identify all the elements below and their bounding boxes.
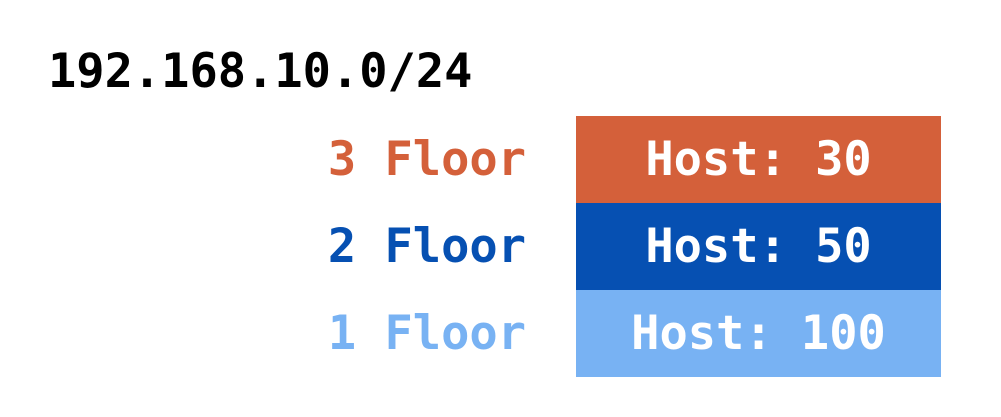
network-cidr-title: 192.168.10.0/24: [48, 44, 473, 99]
host-box-2: Host: 50: [576, 203, 941, 290]
host-count-2: Host: 50: [645, 219, 872, 274]
floor-row-1: 1 Floor Host: 100: [0, 290, 1001, 377]
host-count-3: Host: 30: [645, 132, 872, 187]
floor-row-3: 3 Floor Host: 30: [0, 116, 1001, 203]
host-box-1: Host: 100: [576, 290, 941, 377]
floor-row-2: 2 Floor Host: 50: [0, 203, 1001, 290]
host-count-1: Host: 100: [631, 306, 886, 361]
floor-label-3: 3 Floor: [327, 132, 526, 187]
host-box-3: Host: 30: [576, 116, 941, 203]
floor-label-1: 1 Floor: [327, 306, 526, 361]
floor-label-2: 2 Floor: [327, 219, 526, 274]
